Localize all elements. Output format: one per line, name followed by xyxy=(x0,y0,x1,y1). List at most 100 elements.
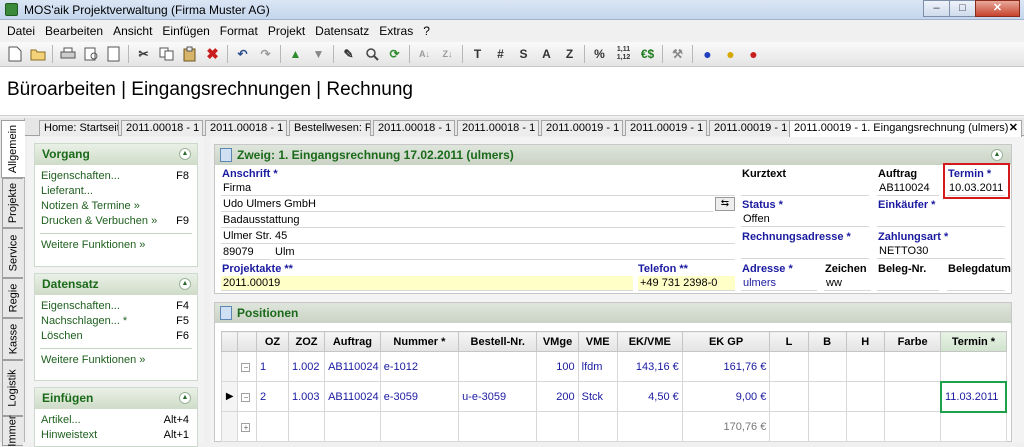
close-button[interactable]: ✕ xyxy=(975,0,1020,17)
anschrift-line3[interactable]: Badausstattung xyxy=(221,213,735,228)
belegdatum-field[interactable] xyxy=(947,276,1005,291)
vtab-service[interactable]: Service xyxy=(2,228,23,278)
plz-field[interactable]: 89079 xyxy=(221,245,271,260)
telefon-field[interactable]: +49 731 2398-0 xyxy=(638,276,735,291)
vtab-allgemein[interactable]: Allgemein xyxy=(1,120,25,178)
arrow-down-icon[interactable]: ▼ xyxy=(307,43,330,65)
col-nummer[interactable]: Nummer * xyxy=(379,331,460,352)
action-notizen-termine[interactable]: Notizen & Termine » xyxy=(35,199,197,214)
address-book-icon[interactable]: ⇆ xyxy=(715,197,735,211)
einkaeufer-field[interactable] xyxy=(877,212,1005,227)
col-farbe[interactable]: Farbe xyxy=(883,331,942,352)
zeichen-field[interactable]: ww xyxy=(824,276,871,291)
doc-tab[interactable]: Bestellwesen: P xyxy=(289,120,371,136)
col-zoz[interactable]: ZOZ xyxy=(287,331,326,352)
paste-icon[interactable] xyxy=(178,43,201,65)
format-t-button[interactable]: T xyxy=(466,43,489,65)
arrow-up-icon[interactable]: ▲ xyxy=(284,43,307,65)
rechnungsadresse-field[interactable] xyxy=(741,244,869,259)
doc-tab[interactable]: 2011.00018 - 1 xyxy=(121,120,203,136)
collapse-icon[interactable]: ▲ xyxy=(991,149,1003,161)
col-oz[interactable]: OZ xyxy=(256,331,289,352)
section-header[interactable]: Vorgang ▲ xyxy=(35,144,197,165)
action-hinweistext[interactable]: Hinweistext Alt+1 xyxy=(35,428,197,443)
collapse-icon[interactable]: ▲ xyxy=(179,392,191,404)
action-lieferant[interactable]: Lieferant... xyxy=(35,184,197,199)
copy-icon[interactable] xyxy=(155,43,178,65)
user-red-icon[interactable]: ● xyxy=(742,43,765,65)
anschrift-line1[interactable]: Firma xyxy=(221,181,735,196)
tools-icon[interactable]: ⚒ xyxy=(666,43,689,65)
menu-extras[interactable]: Extras xyxy=(374,21,418,41)
menu-datensatz[interactable]: Datensatz xyxy=(310,21,374,41)
action-loeschen[interactable]: Löschen F6 xyxy=(35,329,197,344)
print-icon[interactable] xyxy=(56,43,79,65)
edit-pencil-icon[interactable]: ✎ xyxy=(337,43,360,65)
menu-projekt[interactable]: Projekt xyxy=(263,21,310,41)
action-eigenschaften[interactable]: Eigenschaften... F8 xyxy=(35,169,197,184)
open-folder-icon[interactable] xyxy=(26,43,49,65)
delete-icon[interactable]: ✖ xyxy=(201,43,224,65)
currency-button[interactable]: €$ xyxy=(636,43,659,65)
projektakte-field[interactable]: 2011.00019 xyxy=(221,276,633,291)
close-tab-icon[interactable]: ✕ xyxy=(1009,121,1018,135)
expand-icon[interactable]: − xyxy=(241,362,251,372)
action-eigenschaften[interactable]: Eigenschaften... F4 xyxy=(35,299,197,314)
action-nachschlagen[interactable]: Nachschlagen... * F5 xyxy=(35,314,197,329)
menu-datei[interactable]: Datei xyxy=(2,21,40,41)
termin-cell-highlighted[interactable]: 11.03.2011 xyxy=(939,380,1008,413)
row-selector-icon[interactable]: ▶ xyxy=(220,381,239,412)
zahlungsart-field[interactable]: NETTO30 xyxy=(877,244,1005,259)
vtab-kasse[interactable]: Kasse xyxy=(2,318,23,360)
sort-descending-icon[interactable]: Z↓ xyxy=(436,43,459,65)
print-preview-icon[interactable] xyxy=(79,43,102,65)
col-l[interactable]: L xyxy=(769,331,809,352)
doc-tab[interactable]: 2011.00018 - 1 xyxy=(373,120,455,136)
col-b[interactable]: B xyxy=(807,331,847,352)
doc-tab-active[interactable]: 2011.00019 - 1. Eingangsrechnung (ulmers… xyxy=(789,120,1022,137)
section-header[interactable]: Datensatz ▲ xyxy=(35,274,197,295)
add-row-icon[interactable]: + xyxy=(241,422,251,432)
refresh-icon[interactable]: ⟳ xyxy=(383,43,406,65)
menu-bearbeiten[interactable]: Bearbeiten xyxy=(40,21,108,41)
format-a-button[interactable]: A xyxy=(535,43,558,65)
format-z-button[interactable]: Z xyxy=(558,43,581,65)
col-termin[interactable]: Termin * xyxy=(940,331,1007,352)
undo-icon[interactable]: ↶ xyxy=(231,43,254,65)
menu-einfuegen[interactable]: Einfügen xyxy=(157,21,214,41)
vtab-projekte[interactable]: Projekte xyxy=(2,178,23,228)
col-auftrag[interactable]: Auftrag xyxy=(324,331,381,352)
user-blue-icon[interactable]: ● xyxy=(696,43,719,65)
action-weitere-funktionen[interactable]: Weitere Funktionen » xyxy=(35,353,197,368)
doc-tab[interactable]: 2011.00019 - 1 xyxy=(625,120,707,136)
col-ekgp[interactable]: EK GP xyxy=(681,331,771,352)
sort-ascending-icon[interactable]: A↓ xyxy=(413,43,436,65)
adresse-field[interactable]: ulmers xyxy=(741,276,817,291)
new-icon[interactable] xyxy=(3,43,26,65)
cut-icon[interactable]: ✂ xyxy=(132,43,155,65)
section-header[interactable]: Einfügen ▲ xyxy=(35,388,197,409)
auftrag-field[interactable]: AB110024 xyxy=(877,181,939,196)
ort-field[interactable]: Ulm xyxy=(273,245,735,260)
format-s-button[interactable]: S xyxy=(512,43,535,65)
doc-tab-home[interactable]: Home: Startseite xyxy=(39,120,119,136)
collapse-icon[interactable]: ▲ xyxy=(179,278,191,290)
menu-format[interactable]: Format xyxy=(215,21,263,41)
table-row[interactable]: − 1 1.002 AB110024 e-1012 100 lfdm 143,1… xyxy=(220,351,1007,382)
maximize-button[interactable]: □ xyxy=(949,0,976,17)
action-weitere-funktionen[interactable]: Weitere Funktionen » xyxy=(35,238,197,253)
col-h[interactable]: H xyxy=(845,331,885,352)
vtab-logistik[interactable]: Logistik xyxy=(2,360,23,416)
col-vmge[interactable]: VMge xyxy=(536,331,579,352)
menu-help[interactable]: ? xyxy=(418,21,435,41)
anschrift-line2[interactable]: Udo Ulmers GmbH xyxy=(221,197,713,212)
percent-button[interactable]: % xyxy=(588,43,611,65)
search-icon[interactable] xyxy=(360,43,383,65)
action-artikel[interactable]: Artikel... Alt+4 xyxy=(35,413,197,428)
menu-ansicht[interactable]: Ansicht xyxy=(108,21,157,41)
kurztext-field[interactable] xyxy=(741,181,869,196)
doc-tab[interactable]: 2011.00018 - 1 xyxy=(205,120,287,136)
anschrift-line4[interactable]: Ulmer Str. 45 xyxy=(221,229,735,244)
collapse-icon[interactable]: ▲ xyxy=(179,148,191,160)
col-vme[interactable]: VME xyxy=(577,331,618,352)
